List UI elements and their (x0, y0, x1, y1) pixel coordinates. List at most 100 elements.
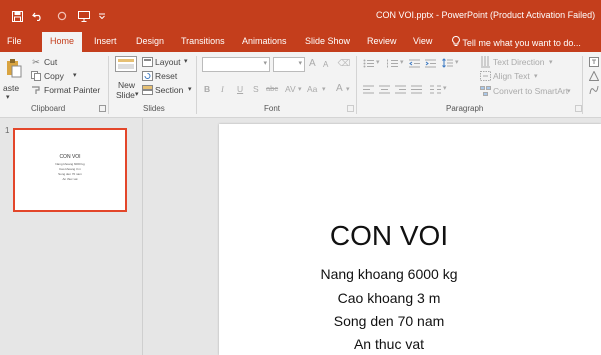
chevron-down-icon[interactable]: ▾ (298, 59, 302, 67)
increase-font-size-button[interactable]: A (309, 58, 316, 69)
slide-thumbnail[interactable]: CON VOI Nang khoang 6000 kg Cao khoang 3… (13, 128, 127, 212)
customize-qat-icon[interactable] (98, 8, 106, 24)
layout-dropdown-icon[interactable]: ▾ (184, 57, 188, 65)
numbering-icon[interactable] (386, 57, 398, 69)
slide-text-line[interactable]: Nang khoang 6000 kg (219, 266, 559, 282)
chevron-down-icon[interactable]: ▾ (534, 72, 538, 80)
bullets-icon[interactable] (362, 57, 374, 69)
chevron-down-icon[interactable]: ▾ (455, 58, 459, 66)
tab-slide-show[interactable]: Slide Show (305, 36, 350, 46)
clipboard-group-label: Clipboard (31, 104, 66, 113)
slide-title[interactable]: CON VOI (219, 220, 559, 252)
convert-to-smartart-button[interactable]: Convert to SmartArt (493, 86, 568, 96)
smartart-icon[interactable] (479, 85, 491, 97)
save-icon[interactable] (10, 8, 24, 24)
font-launcher-icon[interactable] (347, 105, 354, 112)
start-slideshow-icon[interactable] (77, 8, 91, 24)
format-painter-button[interactable]: Format Painter (44, 85, 100, 95)
align-center-icon[interactable] (378, 83, 390, 95)
ribbon-separator (108, 56, 109, 114)
italic-button[interactable]: I (221, 84, 224, 94)
increase-indent-icon[interactable] (424, 57, 436, 69)
layout-icon[interactable] (141, 56, 153, 68)
reset-button[interactable]: Reset (155, 71, 177, 81)
thumbnail-line: An thuc vat (62, 177, 78, 181)
strikethrough-button[interactable]: abc (266, 84, 278, 93)
tab-file[interactable]: File (7, 36, 22, 46)
textbox-shape-icon[interactable] (588, 56, 600, 68)
chevron-down-icon[interactable]: ▾ (443, 84, 447, 92)
chevron-down-icon[interactable]: ▾ (567, 87, 571, 95)
text-shadow-button[interactable]: S (253, 84, 259, 94)
clear-formatting-icon[interactable]: ⌫ (338, 57, 351, 69)
slide-text-line[interactable]: An thuc vat (219, 336, 559, 352)
align-right-icon[interactable] (394, 83, 406, 95)
copy-dropdown-icon[interactable]: ▾ (73, 71, 77, 79)
align-text-button[interactable]: Align Text (493, 71, 530, 81)
undo-icon[interactable] (30, 8, 46, 24)
justify-icon[interactable] (410, 83, 422, 95)
tab-view[interactable]: View (413, 36, 432, 46)
slides-group-label: Slides (143, 104, 165, 113)
font-size-input[interactable]: ▾ (273, 57, 305, 72)
decrease-font-size-button[interactable]: A (323, 60, 328, 69)
slide-thumbnails-pane: 1 CON VOI Nang khoang 6000 kg Cao khoang… (0, 118, 143, 355)
format-painter-icon[interactable] (30, 84, 42, 96)
thumbnail-line: Cao khoang 3 m (58, 167, 81, 171)
bold-button[interactable]: B (204, 84, 210, 94)
font-name-input[interactable]: ▾ (202, 57, 270, 72)
paragraph-launcher-icon[interactable] (575, 105, 582, 112)
tab-insert[interactable]: Insert (94, 36, 117, 46)
chevron-down-icon[interactable]: ▾ (346, 85, 350, 93)
line-spacing-icon[interactable] (441, 57, 453, 69)
triangle-shape-icon[interactable] (588, 70, 600, 82)
font-color-button[interactable]: A (336, 83, 343, 94)
thumbnail-line: Song den 70 nam (58, 172, 82, 176)
tab-animations[interactable]: Animations (242, 36, 287, 46)
tab-design[interactable]: Design (136, 36, 164, 46)
align-text-icon[interactable] (479, 70, 491, 82)
chevron-down-icon[interactable]: ▾ (376, 58, 380, 66)
reset-icon[interactable] (141, 70, 153, 82)
tell-me-box[interactable]: Tell me what you want to do... (452, 35, 581, 48)
new-slide-dropdown-icon[interactable]: ▾ (135, 90, 139, 98)
section-dropdown-icon[interactable]: ▾ (188, 85, 192, 93)
tab-transitions[interactable]: Transitions (181, 36, 225, 46)
new-slide-icon[interactable] (115, 56, 137, 74)
cut-button[interactable]: Cut (44, 57, 57, 67)
chevron-down-icon[interactable]: ▾ (400, 58, 404, 66)
slide-number: 1 (5, 126, 10, 135)
copy-icon[interactable] (30, 70, 42, 82)
tab-review[interactable]: Review (367, 36, 397, 46)
change-case-button[interactable]: Aa (307, 84, 317, 94)
copy-button[interactable]: Copy (44, 71, 64, 81)
slide-canvas[interactable]: CON VOI Nang khoang 6000 kg Cao khoang 3… (219, 124, 601, 355)
slide-text-line[interactable]: Cao khoang 3 m (219, 290, 559, 306)
cut-icon[interactable]: ✂ (30, 56, 42, 68)
character-spacing-button[interactable]: AV (285, 84, 296, 94)
paste-dropdown-icon[interactable]: ▾ (6, 93, 10, 101)
chevron-down-icon[interactable]: ▾ (263, 59, 267, 67)
slide-text-line[interactable]: Song den 70 nam (219, 313, 559, 329)
paste-icon[interactable] (6, 58, 22, 78)
chevron-down-icon[interactable]: ▾ (298, 85, 302, 93)
slide-editor: CON VOI Nang khoang 6000 kg Cao khoang 3… (144, 118, 601, 355)
decrease-indent-icon[interactable] (408, 57, 420, 69)
redo-icon[interactable] (56, 8, 68, 24)
paste-button[interactable]: aste (3, 83, 19, 93)
new-slide-button[interactable]: New (118, 80, 135, 90)
curve-shape-icon[interactable] (588, 84, 600, 96)
text-direction-button[interactable]: Text Direction (493, 57, 545, 67)
underline-button[interactable]: U (237, 84, 243, 94)
align-left-icon[interactable] (362, 83, 374, 95)
section-button[interactable]: Section (155, 85, 183, 95)
text-direction-icon[interactable] (479, 55, 491, 69)
chevron-down-icon[interactable]: ▾ (322, 85, 326, 93)
clipboard-launcher-icon[interactable] (99, 105, 106, 112)
tab-home[interactable]: Home (42, 32, 83, 52)
chevron-down-icon[interactable]: ▾ (549, 58, 553, 66)
layout-button[interactable]: Layout (155, 57, 181, 67)
columns-icon[interactable] (429, 83, 441, 95)
section-icon[interactable] (141, 84, 153, 96)
new-slide-button-line2[interactable]: Slide (116, 90, 135, 100)
